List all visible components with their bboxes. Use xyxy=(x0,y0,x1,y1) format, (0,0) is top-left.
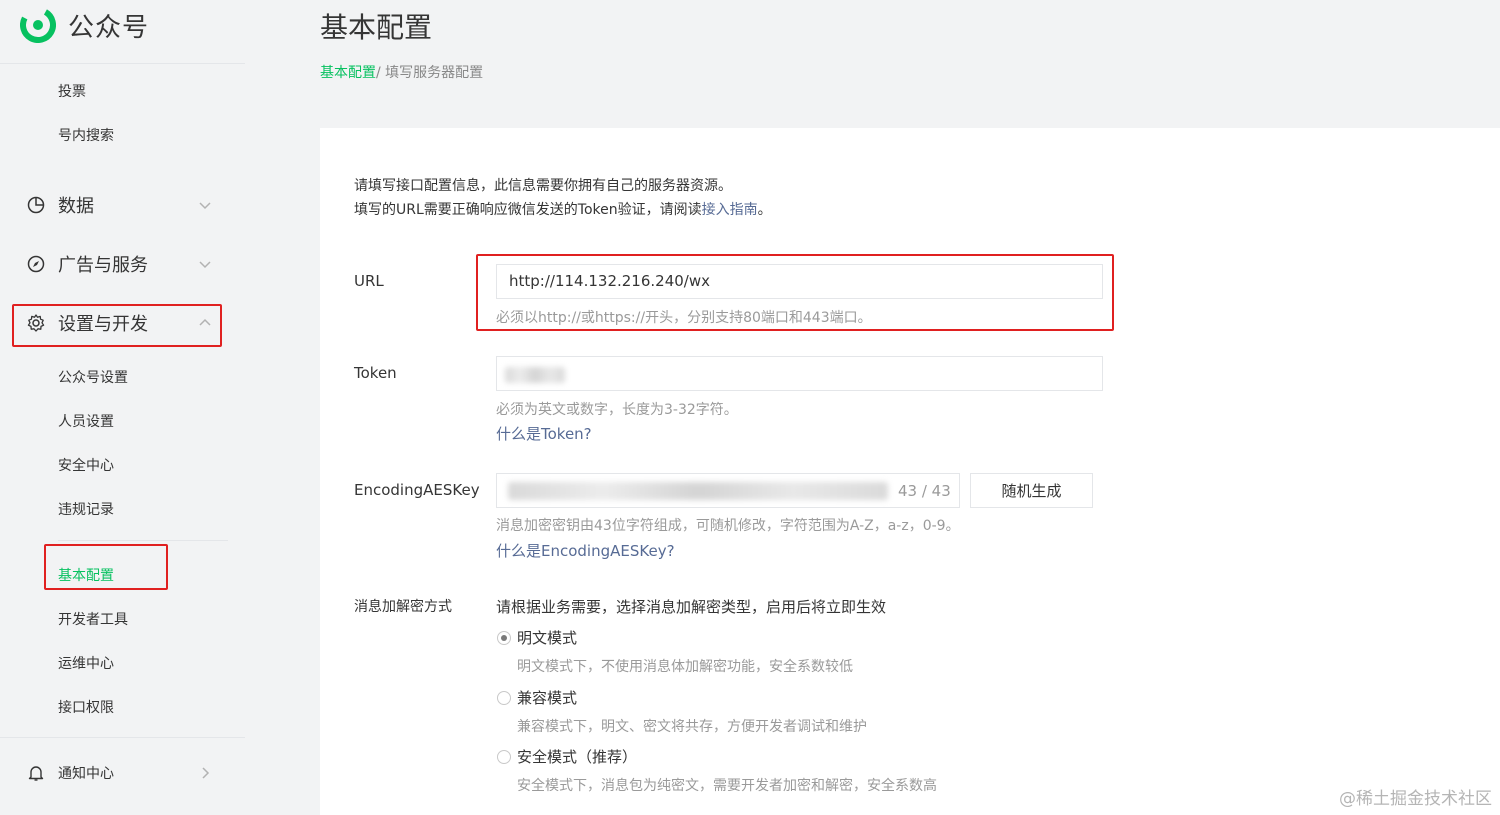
sidebar-group-data-label: 数据 xyxy=(58,196,94,217)
sidebar-divider xyxy=(0,737,245,738)
breadcrumb: 基本配置/ 填写服务器配置 xyxy=(320,62,483,82)
encrypt-mode-label: 消息加解密方式 xyxy=(354,599,452,615)
sidebar-item-staff-settings[interactable]: 人员设置 xyxy=(58,411,114,431)
aes-key-hint: 消息加密密钥由43位字符组成，可随机修改，字符范围为A-Z，a-z，0-9。 xyxy=(496,518,960,534)
sidebar-item-developer-tools[interactable]: 开发者工具 xyxy=(58,609,128,629)
radio-compatible-label: 兼容模式 xyxy=(517,689,578,707)
intro-line-2: 填写的URL需要正确响应微信发送的Token验证，请阅读接入指南。 xyxy=(354,198,772,222)
sidebar-item-search[interactable]: 号内搜索 xyxy=(58,125,114,145)
chevron-right-icon xyxy=(202,767,210,779)
highlight-box-settings xyxy=(12,304,222,347)
sidebar-item-api-permissions[interactable]: 接口权限 xyxy=(58,697,114,717)
chevron-down-icon xyxy=(199,261,211,269)
sidebar-group-data[interactable]: 数据 xyxy=(26,190,216,220)
wechat-official-logo-icon xyxy=(20,7,56,43)
secure-mode-desc: 安全模式下，消息包为纯密文，需要开发者加密和解密，安全系数高 xyxy=(517,778,937,794)
pie-chart-icon xyxy=(26,195,46,215)
app-logo[interactable]: 公众号 xyxy=(20,6,149,44)
random-generate-button[interactable]: 随机生成 xyxy=(970,473,1093,508)
intro-line-2-suffix: 。 xyxy=(757,202,772,218)
sidebar-item-violation-records[interactable]: 违规记录 xyxy=(58,499,114,519)
radio-button[interactable] xyxy=(497,749,511,764)
sidebar-group-notify-label: 通知中心 xyxy=(58,766,114,782)
intro-text: 请填写接口配置信息，此信息需要你拥有自己的服务器资源。 填写的URL需要正确响应… xyxy=(354,174,772,222)
token-help-link[interactable]: 什么是Token? xyxy=(496,423,592,444)
intro-line-1: 请填写接口配置信息，此信息需要你拥有自己的服务器资源。 xyxy=(354,178,732,194)
aes-key-help-link[interactable]: 什么是EncodingAESKey? xyxy=(496,540,675,561)
access-guide-link[interactable]: 接入指南 xyxy=(702,202,758,218)
compass-icon xyxy=(26,254,46,274)
token-redacted-value xyxy=(505,367,565,383)
radio-compatible-mode[interactable]: 兼容模式 xyxy=(497,687,577,708)
sidebar-item-ops-center[interactable]: 运维中心 xyxy=(58,653,114,673)
watermark: @稀土掘金技术社区 xyxy=(1339,789,1492,809)
aes-key-counter: 43 / 43 xyxy=(898,482,951,500)
bell-icon xyxy=(26,763,46,783)
aes-key-redacted-value xyxy=(508,482,888,500)
intro-line-2-prefix: 填写的URL需要正确响应微信发送的Token验证，请阅读 xyxy=(354,202,702,218)
token-hint: 必须为英文或数字，长度为3-32字符。 xyxy=(496,402,738,418)
radio-plaintext-label: 明文模式 xyxy=(517,629,578,647)
breadcrumb-current: / 填写服务器配置 xyxy=(376,65,484,81)
plaintext-mode-desc: 明文模式下，不使用消息体加解密功能，安全系数较低 xyxy=(517,659,853,675)
config-panel xyxy=(320,128,1500,815)
token-label: Token xyxy=(354,364,397,382)
breadcrumb-link-basic-config[interactable]: 基本配置 xyxy=(320,65,376,81)
url-label: URL xyxy=(354,272,384,290)
highlight-box-basic-config xyxy=(44,544,168,590)
sidebar-divider xyxy=(58,540,228,541)
sidebar-group-ads[interactable]: 广告与服务 xyxy=(26,249,216,279)
page-title: 基本配置 xyxy=(320,11,433,44)
sidebar-item-account-settings[interactable]: 公众号设置 xyxy=(58,367,128,387)
radio-button[interactable] xyxy=(497,690,511,705)
radio-plaintext-mode[interactable]: 明文模式 xyxy=(497,627,577,648)
aes-key-label: EncodingAESKey xyxy=(354,481,480,499)
compatible-mode-desc: 兼容模式下，明文、密文将共存，方便开发者调试和维护 xyxy=(517,719,867,735)
chevron-down-icon xyxy=(199,202,211,210)
app-title: 公众号 xyxy=(68,12,150,43)
sidebar-group-ads-label: 广告与服务 xyxy=(58,255,148,276)
radio-button-checked[interactable] xyxy=(497,630,511,645)
highlight-box-url xyxy=(476,254,1114,331)
token-input[interactable] xyxy=(496,356,1103,391)
sidebar-item-security-center[interactable]: 安全中心 xyxy=(58,455,114,475)
radio-secure-mode[interactable]: 安全模式（推荐） xyxy=(497,746,637,767)
sidebar-divider xyxy=(0,63,245,64)
sidebar-item-vote[interactable]: 投票 xyxy=(58,81,86,101)
encrypt-mode-description: 请根据业务需要，选择消息加解密类型，启用后将立即生效 xyxy=(496,598,887,616)
sidebar-group-notify[interactable]: 通知中心 xyxy=(26,758,216,788)
sidebar: 公众号 投票 号内搜索 数据 广告与服务 设置与开发 公众号设置 人员设置 安全… xyxy=(0,0,245,815)
radio-secure-label: 安全模式（推荐） xyxy=(517,748,638,766)
